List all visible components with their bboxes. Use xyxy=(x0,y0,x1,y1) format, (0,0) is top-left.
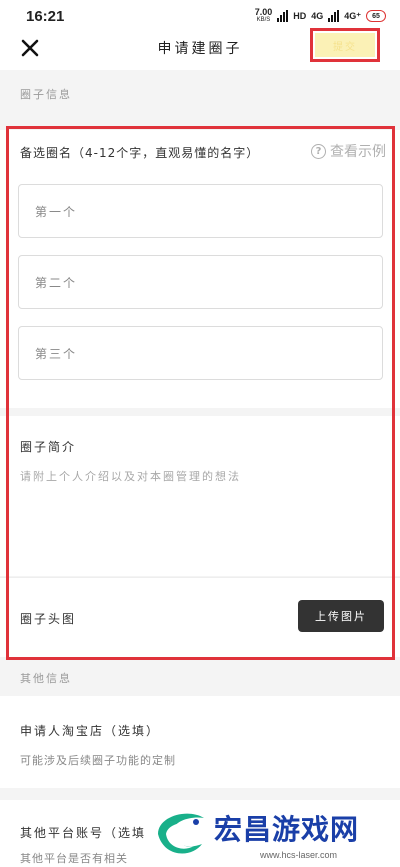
battery-level: 65 xyxy=(372,12,380,20)
dragon-logo-icon xyxy=(158,813,204,854)
circle-avatar-row: 圈子头图 上传图片 xyxy=(0,577,400,657)
other-platform-subtitle: 其他平台是否有相关 xyxy=(20,852,128,865)
network-speed-value: 7.00 xyxy=(254,7,273,17)
candidate-names-title: 备选圈名（4-12个字，直观易懂的名字） xyxy=(20,146,260,160)
view-example-label: 查看示例 xyxy=(330,144,386,160)
upload-image-button[interactable]: 上传图片 xyxy=(298,600,384,632)
other-platform-title: 其他平台账号（选填 xyxy=(20,826,147,840)
circle-avatar-label: 圈子头图 xyxy=(20,612,77,626)
taobao-shop-subtitle: 可能涉及后续圈子功能的定制 xyxy=(20,754,176,767)
watermark: 宏昌游戏网 www.hcs-laser.com xyxy=(148,800,400,867)
wifi-signal-icon xyxy=(277,10,289,22)
submit-button-label: 提交 xyxy=(315,33,375,57)
submit-button[interactable]: 提交 xyxy=(310,28,380,62)
section-label-circle-info: 圈子信息 xyxy=(20,88,72,101)
taobao-shop-card[interactable]: 申请人淘宝店（选填） 可能涉及后续圈子功能的定制 xyxy=(0,696,400,788)
circle-intro-textarea[interactable]: 请附上个人介绍以及对本圈管理的想法 xyxy=(20,468,241,484)
cell-signal-icon xyxy=(328,10,340,22)
taobao-shop-title: 申请人淘宝店（选填） xyxy=(20,724,161,738)
section-label-other-info: 其他信息 xyxy=(20,672,72,685)
watermark-text: 宏昌游戏网 xyxy=(214,813,360,846)
question-icon: ? xyxy=(311,143,326,159)
name-input-1[interactable]: 第一个 xyxy=(18,184,383,238)
signal-4g-label: 4G xyxy=(311,11,324,21)
candidate-names-card: 备选圈名（4-12个字，直观易懂的名字） ? 查看示例 第一个 第二个 第三个 xyxy=(0,130,400,408)
battery-icon: 65 xyxy=(366,10,386,22)
network-speed: 7.00 KB/S xyxy=(255,8,273,24)
status-time: 16:21 xyxy=(26,7,65,25)
name-input-3[interactable]: 第三个 xyxy=(18,326,383,380)
name-input-2[interactable]: 第二个 xyxy=(18,255,383,309)
status-icons: 7.00 KB/S HD 4G 4G⁺ 65 xyxy=(255,8,386,24)
signal-4g-plus-label: 4G⁺ xyxy=(344,10,361,21)
view-example-link[interactable]: ? 查看示例 xyxy=(311,141,386,161)
network-speed-unit: KB/S xyxy=(256,17,271,23)
watermark-url: www.hcs-laser.com xyxy=(260,850,338,860)
circle-intro-title: 圈子简介 xyxy=(20,440,77,454)
hd-indicator: HD xyxy=(293,11,307,21)
circle-intro-card: 圈子简介 请附上个人介绍以及对本圈管理的想法 xyxy=(0,416,400,576)
